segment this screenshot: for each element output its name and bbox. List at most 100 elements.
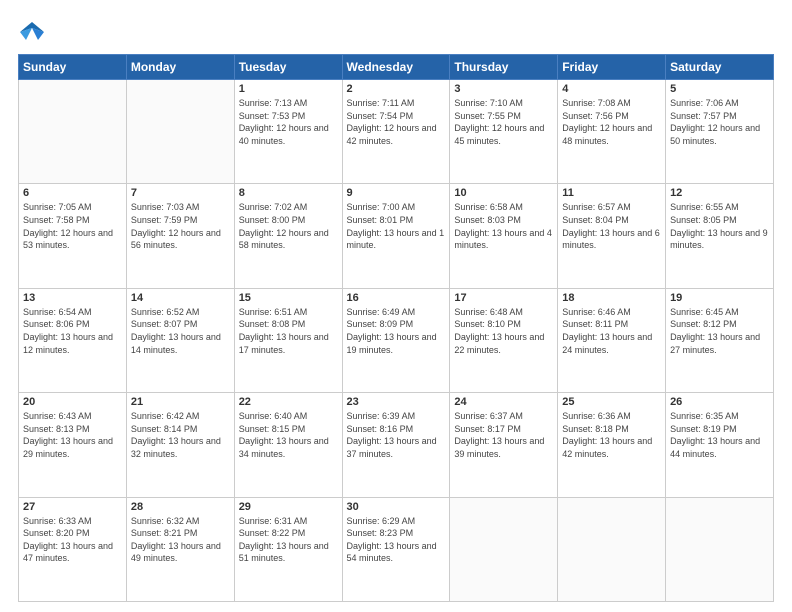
day-info: Sunrise: 6:52 AM Sunset: 8:07 PM Dayligh… [131,306,230,356]
calendar-cell: 24 Sunrise: 6:37 AM Sunset: 8:17 PM Dayli… [450,393,558,497]
calendar-cell: 11 Sunrise: 6:57 AM Sunset: 8:04 PM Dayli… [558,184,666,288]
day-number: 24 [454,396,553,408]
calendar-cell: 14 Sunrise: 6:52 AM Sunset: 8:07 PM Dayli… [126,288,234,392]
day-info: Sunrise: 6:40 AM Sunset: 8:15 PM Dayligh… [239,410,338,460]
calendar-cell: 15 Sunrise: 6:51 AM Sunset: 8:08 PM Dayli… [234,288,342,392]
page: SundayMondayTuesdayWednesdayThursdayFrid… [0,0,792,612]
day-info: Sunrise: 6:36 AM Sunset: 8:18 PM Dayligh… [562,410,661,460]
calendar-week-3: 13 Sunrise: 6:54 AM Sunset: 8:06 PM Dayli… [19,288,774,392]
day-info: Sunrise: 6:49 AM Sunset: 8:09 PM Dayligh… [347,306,446,356]
day-number: 12 [670,187,769,199]
day-info: Sunrise: 6:32 AM Sunset: 8:21 PM Dayligh… [131,515,230,565]
weekday-header-thursday: Thursday [450,55,558,80]
day-number: 19 [670,292,769,304]
calendar-week-1: 1 Sunrise: 7:13 AM Sunset: 7:53 PM Daylig… [19,80,774,184]
calendar-cell: 25 Sunrise: 6:36 AM Sunset: 8:18 PM Dayli… [558,393,666,497]
weekday-header-friday: Friday [558,55,666,80]
calendar-cell: 13 Sunrise: 6:54 AM Sunset: 8:06 PM Dayli… [19,288,127,392]
day-number: 4 [562,83,661,95]
calendar-cell: 1 Sunrise: 7:13 AM Sunset: 7:53 PM Daylig… [234,80,342,184]
calendar-cell: 23 Sunrise: 6:39 AM Sunset: 8:16 PM Dayli… [342,393,450,497]
day-info: Sunrise: 6:29 AM Sunset: 8:23 PM Dayligh… [347,515,446,565]
calendar-cell [126,80,234,184]
calendar-cell: 3 Sunrise: 7:10 AM Sunset: 7:55 PM Daylig… [450,80,558,184]
day-number: 25 [562,396,661,408]
day-info: Sunrise: 6:55 AM Sunset: 8:05 PM Dayligh… [670,201,769,251]
day-number: 15 [239,292,338,304]
calendar-cell: 22Sunrise: 6:40 AM Sunset: 8:15 PM Dayli… [234,393,342,497]
day-number: 17 [454,292,553,304]
day-info: Sunrise: 7:13 AM Sunset: 7:53 PM Dayligh… [239,97,338,147]
calendar-cell: 10Sunrise: 6:58 AM Sunset: 8:03 PM Dayli… [450,184,558,288]
calendar-cell: 18 Sunrise: 6:46 AM Sunset: 8:11 PM Dayli… [558,288,666,392]
calendar-cell: 16 Sunrise: 6:49 AM Sunset: 8:09 PM Dayli… [342,288,450,392]
day-number: 13 [23,292,122,304]
day-info: Sunrise: 6:31 AM Sunset: 8:22 PM Dayligh… [239,515,338,565]
calendar-table: SundayMondayTuesdayWednesdayThursdayFrid… [18,54,774,602]
calendar-cell [558,497,666,601]
day-info: Sunrise: 7:03 AM Sunset: 7:59 PM Dayligh… [131,201,230,251]
day-number: 6 [23,187,122,199]
day-info: Sunrise: 6:35 AM Sunset: 8:19 PM Dayligh… [670,410,769,460]
day-info: Sunrise: 7:10 AM Sunset: 7:55 PM Dayligh… [454,97,553,147]
calendar-cell: 6 Sunrise: 7:05 AM Sunset: 7:58 PM Daylig… [19,184,127,288]
day-number: 21 [131,396,230,408]
logo-icon [18,18,46,46]
calendar-cell: 27Sunrise: 6:33 AM Sunset: 8:20 PM Dayli… [19,497,127,601]
day-info: Sunrise: 6:51 AM Sunset: 8:08 PM Dayligh… [239,306,338,356]
day-info: Sunrise: 7:02 AM Sunset: 8:00 PM Dayligh… [239,201,338,251]
day-number: 16 [347,292,446,304]
calendar-cell: 2Sunrise: 7:11 AM Sunset: 7:54 PM Daylig… [342,80,450,184]
logo [18,18,50,46]
weekday-header-row: SundayMondayTuesdayWednesdayThursdayFrid… [19,55,774,80]
day-number: 29 [239,501,338,513]
header [18,18,774,46]
day-number: 26 [670,396,769,408]
day-number: 11 [562,187,661,199]
calendar-cell: 20 Sunrise: 6:43 AM Sunset: 8:13 PM Dayli… [19,393,127,497]
day-number: 20 [23,396,122,408]
day-info: Sunrise: 7:05 AM Sunset: 7:58 PM Dayligh… [23,201,122,251]
calendar-week-4: 20 Sunrise: 6:43 AM Sunset: 8:13 PM Dayli… [19,393,774,497]
day-info: Sunrise: 6:54 AM Sunset: 8:06 PM Dayligh… [23,306,122,356]
day-number: 14 [131,292,230,304]
day-info: Sunrise: 6:48 AM Sunset: 8:10 PM Dayligh… [454,306,553,356]
day-number: 3 [454,83,553,95]
weekday-header-wednesday: Wednesday [342,55,450,80]
calendar-cell: 30 Sunrise: 6:29 AM Sunset: 8:23 PM Dayli… [342,497,450,601]
day-number: 18 [562,292,661,304]
day-number: 27 [23,501,122,513]
day-info: Sunrise: 7:11 AM Sunset: 7:54 PM Dayligh… [347,97,446,147]
day-number: 9 [347,187,446,199]
day-info: Sunrise: 6:39 AM Sunset: 8:16 PM Dayligh… [347,410,446,460]
day-number: 28 [131,501,230,513]
day-info: Sunrise: 7:06 AM Sunset: 7:57 PM Dayligh… [670,97,769,147]
day-info: Sunrise: 6:57 AM Sunset: 8:04 PM Dayligh… [562,201,661,251]
day-number: 1 [239,83,338,95]
calendar-cell: 7Sunrise: 7:03 AM Sunset: 7:59 PM Daylig… [126,184,234,288]
calendar-cell: 9Sunrise: 7:00 AM Sunset: 8:01 PM Daylig… [342,184,450,288]
calendar-cell: 12 Sunrise: 6:55 AM Sunset: 8:05 PM Dayli… [666,184,774,288]
day-info: Sunrise: 6:37 AM Sunset: 8:17 PM Dayligh… [454,410,553,460]
day-number: 8 [239,187,338,199]
day-info: Sunrise: 6:46 AM Sunset: 8:11 PM Dayligh… [562,306,661,356]
calendar-week-5: 27Sunrise: 6:33 AM Sunset: 8:20 PM Dayli… [19,497,774,601]
calendar-cell: 26 Sunrise: 6:35 AM Sunset: 8:19 PM Dayli… [666,393,774,497]
day-info: Sunrise: 6:43 AM Sunset: 8:13 PM Dayligh… [23,410,122,460]
calendar-cell: 17 Sunrise: 6:48 AM Sunset: 8:10 PM Dayli… [450,288,558,392]
day-number: 10 [454,187,553,199]
weekday-header-sunday: Sunday [19,55,127,80]
calendar-cell [19,80,127,184]
weekday-header-tuesday: Tuesday [234,55,342,80]
day-info: Sunrise: 6:42 AM Sunset: 8:14 PM Dayligh… [131,410,230,460]
calendar-cell: 29 Sunrise: 6:31 AM Sunset: 8:22 PM Dayli… [234,497,342,601]
calendar-cell: 5Sunrise: 7:06 AM Sunset: 7:57 PM Daylig… [666,80,774,184]
calendar-cell: 4Sunrise: 7:08 AM Sunset: 7:56 PM Daylig… [558,80,666,184]
weekday-header-saturday: Saturday [666,55,774,80]
calendar-cell: 28 Sunrise: 6:32 AM Sunset: 8:21 PM Dayli… [126,497,234,601]
day-number: 30 [347,501,446,513]
calendar-week-2: 6 Sunrise: 7:05 AM Sunset: 7:58 PM Daylig… [19,184,774,288]
calendar-cell [666,497,774,601]
calendar-cell: 8 Sunrise: 7:02 AM Sunset: 8:00 PM Daylig… [234,184,342,288]
day-number: 23 [347,396,446,408]
